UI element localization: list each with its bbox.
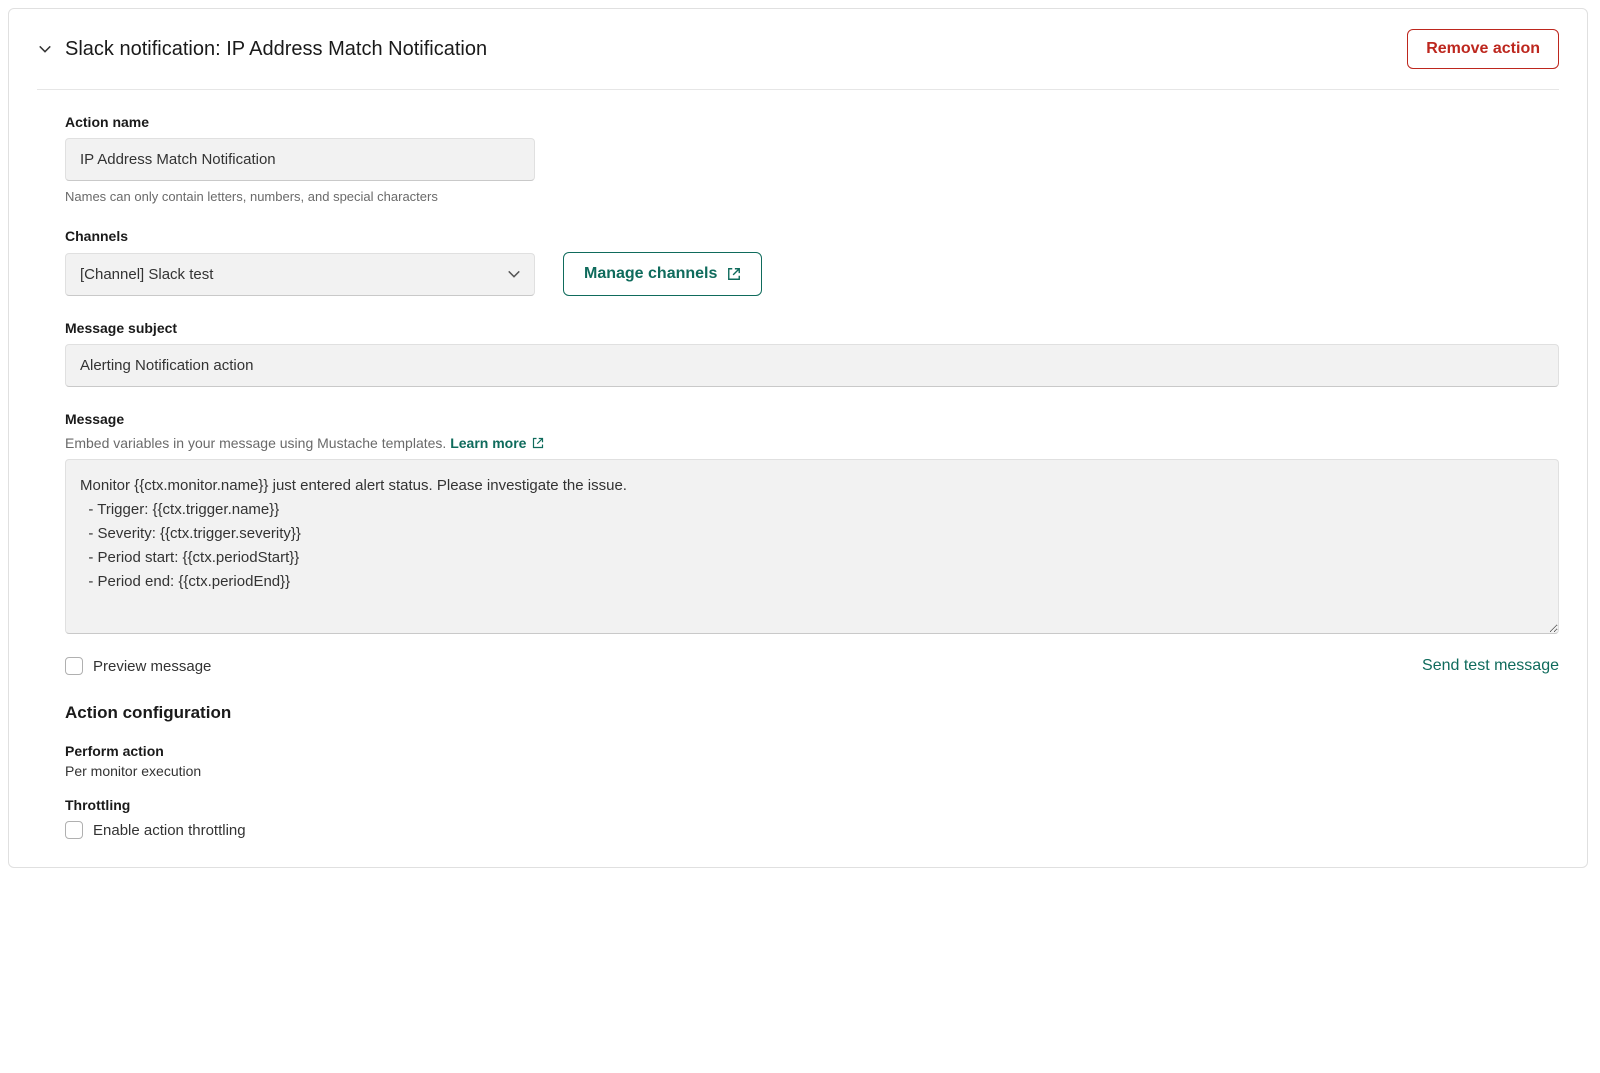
panel-title: Slack notification: IP Address Match Not… — [65, 38, 487, 61]
message-help-text: Embed variables in your message using Mu… — [65, 435, 446, 451]
perform-action-label: Perform action — [65, 743, 1559, 759]
channels-selected-value: [Channel] Slack test — [65, 253, 535, 296]
subject-input[interactable] — [65, 344, 1559, 387]
action-panel: Slack notification: IP Address Match Not… — [8, 8, 1588, 868]
action-name-help: Names can only contain letters, numbers,… — [65, 189, 1559, 204]
preview-message-row: Preview message — [65, 657, 211, 675]
preview-message-label: Preview message — [93, 658, 211, 675]
preview-message-checkbox[interactable] — [65, 657, 83, 675]
channels-select[interactable]: [Channel] Slack test — [65, 253, 535, 296]
external-link-icon — [532, 437, 544, 449]
perform-action-value: Per monitor execution — [65, 763, 1559, 779]
panel-title-wrap[interactable]: Slack notification: IP Address Match Not… — [37, 38, 487, 61]
subject-group: Message subject — [65, 320, 1559, 387]
manage-channels-button[interactable]: Manage channels — [563, 252, 762, 296]
message-label: Message — [65, 411, 1559, 427]
message-group: Message Embed variables in your message … — [65, 411, 1559, 675]
remove-action-button[interactable]: Remove action — [1407, 29, 1559, 69]
learn-more-link[interactable]: Learn more — [450, 435, 544, 451]
message-textarea[interactable] — [65, 459, 1559, 634]
message-help: Embed variables in your message using Mu… — [65, 435, 1559, 451]
action-name-group: Action name Names can only contain lette… — [65, 114, 1559, 204]
throttling-row: Enable action throttling — [65, 821, 1559, 839]
external-link-icon — [727, 267, 741, 281]
action-configuration-section: Action configuration Perform action Per … — [65, 703, 1559, 839]
manage-channels-label: Manage channels — [584, 265, 717, 283]
panel-content: Action name Names can only contain lette… — [37, 114, 1559, 839]
action-name-input[interactable] — [65, 138, 535, 181]
send-test-message-button[interactable]: Send test message — [1422, 657, 1559, 675]
throttling-checkbox[interactable] — [65, 821, 83, 839]
subject-label: Message subject — [65, 320, 1559, 336]
chevron-down-icon — [37, 41, 53, 57]
channels-group: Channels [Channel] Slack test Manage cha… — [65, 228, 1559, 296]
action-name-label: Action name — [65, 114, 1559, 130]
throttling-checkbox-label: Enable action throttling — [93, 822, 246, 839]
throttling-label: Throttling — [65, 797, 1559, 813]
channels-label: Channels — [65, 228, 1559, 244]
panel-header: Slack notification: IP Address Match Not… — [37, 29, 1559, 90]
learn-more-label: Learn more — [450, 435, 526, 451]
action-config-heading: Action configuration — [65, 703, 1559, 723]
